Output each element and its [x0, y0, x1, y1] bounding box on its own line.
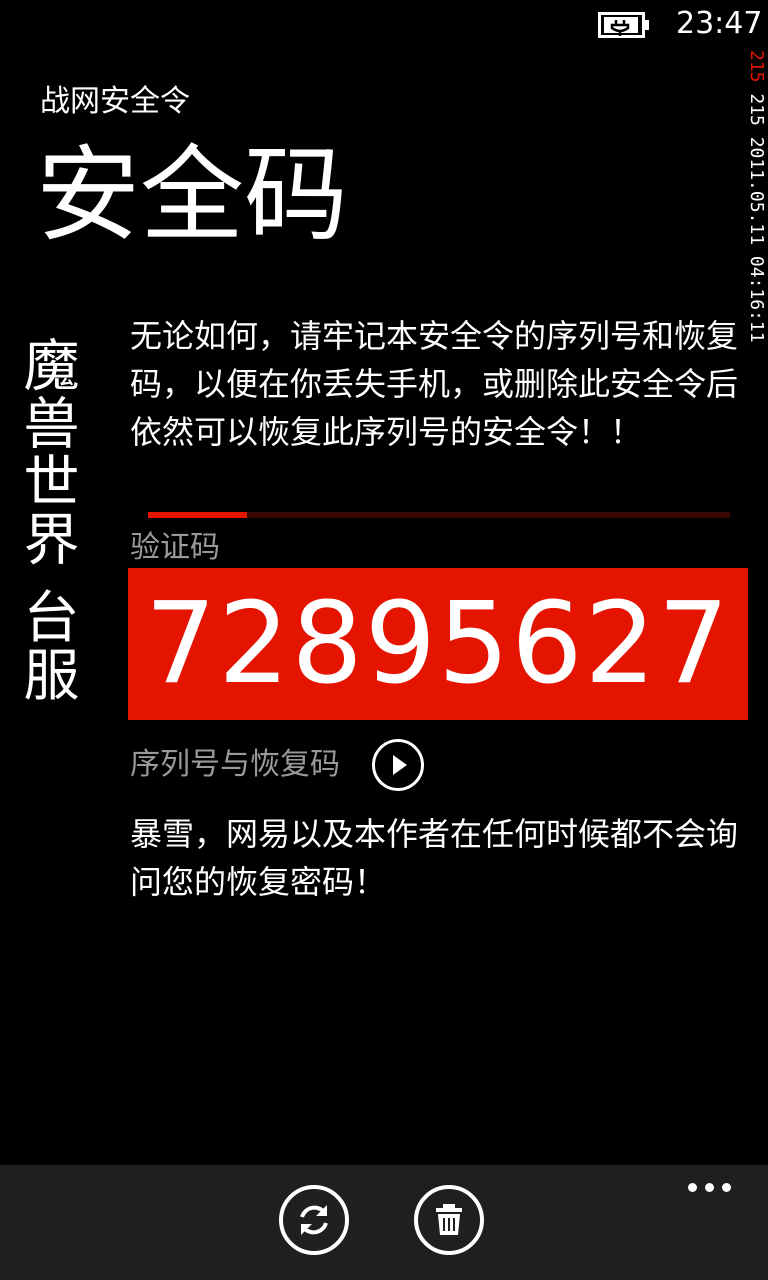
page-title: 安全码: [36, 134, 349, 256]
more-dot: [688, 1183, 697, 1192]
app-bar: [0, 1165, 768, 1280]
edge-text-white: 215 2011.05.11 04:16:11: [746, 93, 767, 343]
code-box[interactable]: 72895627: [128, 568, 748, 720]
region-label: 魔兽世界 台服: [14, 336, 79, 704]
edge-text-red: 215: [746, 50, 767, 83]
serial-restore-label: 序列号与恢复码: [130, 747, 340, 782]
play-circle-icon[interactable]: [372, 739, 424, 791]
delete-button[interactable]: [414, 1185, 484, 1255]
edge-debug-text: 215 215 2011.05.11 04:16:11: [746, 50, 767, 343]
status-bar: 23:47: [0, 0, 768, 48]
notice-text: 无论如何，请牢记本安全令的序列号和恢复码，以便在你丢失手机，或删除此安全令后依然…: [130, 317, 739, 451]
code-timer-fill: [148, 512, 247, 518]
more-dot: [705, 1183, 714, 1192]
more-dot: [722, 1183, 731, 1192]
code-label: 验证码: [130, 530, 220, 565]
sync-button[interactable]: [279, 1185, 349, 1255]
serial-restore-link[interactable]: 序列号与恢复码: [130, 739, 424, 791]
trash-icon: [436, 1204, 462, 1235]
warning-text: 暴雪，网易以及本作者在任何时候都不会询问您的恢复密码！: [130, 815, 739, 901]
more-dots-icon[interactable]: [686, 1179, 734, 1195]
battery-charging-icon: [598, 12, 650, 38]
code-value: 72895627: [144, 579, 732, 709]
screen: 23:47 215 215 2011.05.11 04:16:11 战网安全令 …: [0, 0, 768, 1280]
status-clock: 23:47: [676, 6, 763, 41]
sync-icon: [300, 1205, 328, 1235]
app-title: 战网安全令: [40, 84, 190, 119]
code-timer-bar: [148, 512, 730, 518]
